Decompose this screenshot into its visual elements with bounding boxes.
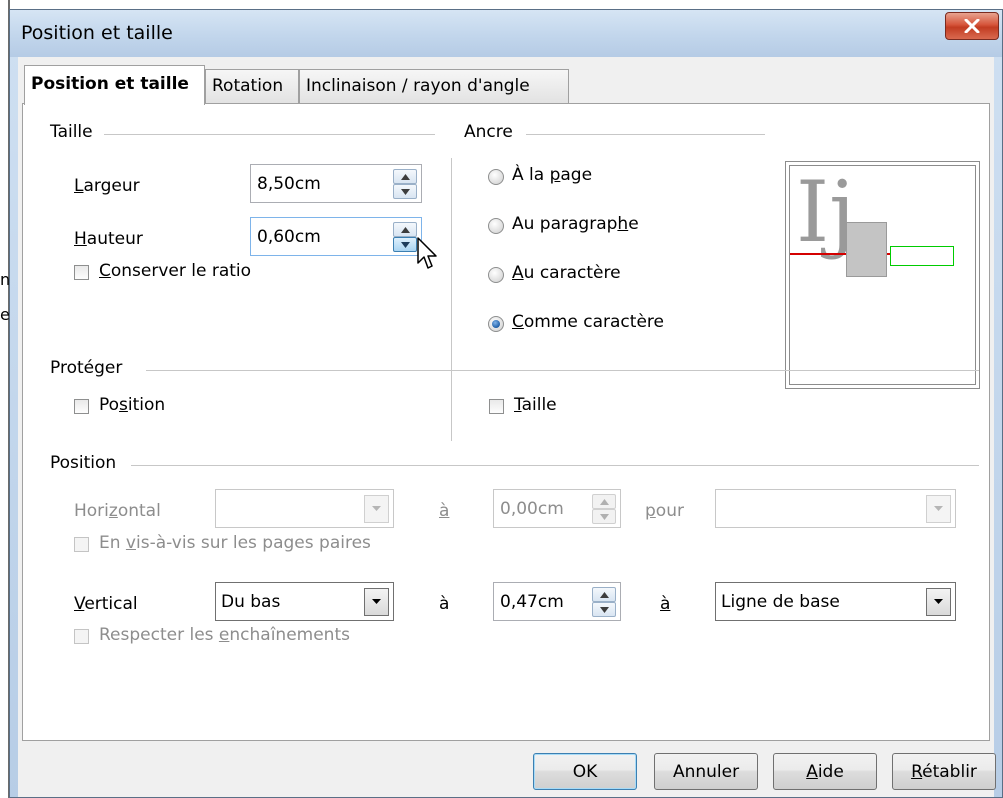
dropdown-arrow-button[interactable] [926, 588, 951, 616]
radio-comme-caractere[interactable] [488, 316, 504, 332]
protect-position-label: Position [99, 395, 166, 415]
keep-ratio-checkbox[interactable] [74, 265, 89, 280]
tab-rotation[interactable]: Rotation [205, 69, 299, 104]
up-arrow-icon [400, 173, 410, 180]
dialog-client-area: Position et taille Rotation Inclinaison … [18, 57, 996, 797]
protect-position-checkbox[interactable] [74, 399, 89, 414]
group-divider [146, 370, 979, 371]
reset-button[interactable]: Rétablir [892, 753, 996, 790]
spin-up-button[interactable] [393, 222, 417, 237]
taille-group-label: Taille [50, 122, 93, 142]
mirror-label: En vis-à-vis sur les pages paires [99, 533, 371, 553]
anchor-preview: Ij [785, 161, 980, 389]
mirror-checkbox[interactable] [74, 537, 89, 552]
cancel-button-label: Annuler [672, 761, 740, 782]
horizontal-label: Horizontal [74, 501, 161, 521]
down-arrow-icon [400, 188, 410, 195]
pour-dropdown[interactable] [715, 489, 956, 528]
vertical-to-dropdown[interactable]: Ligne de base [715, 582, 956, 621]
group-divider [104, 134, 435, 135]
radio-au-paragraphe[interactable] [488, 218, 504, 234]
dialog-title: Position et taille [21, 22, 173, 44]
horizontal-offset-value: 0,00cm [500, 499, 564, 519]
tab-position-taille[interactable]: Position et taille [24, 65, 205, 105]
spin-down-button[interactable] [592, 509, 616, 524]
chevron-down-icon [934, 506, 943, 511]
up-arrow-icon [599, 498, 609, 505]
preview-frame-outline [890, 246, 954, 266]
protect-size-label: Taille [514, 395, 557, 415]
close-x-icon [964, 19, 980, 33]
hauteur-value: 0,60cm [257, 227, 321, 247]
ok-button-label: OK [572, 761, 598, 782]
protect-size-checkbox[interactable] [489, 399, 504, 414]
vertical-value: Du bas [221, 592, 281, 612]
cancel-button[interactable]: Annuler [654, 753, 758, 790]
horizontal-offset-spinbox[interactable]: 0,00cm [493, 489, 621, 528]
largeur-label: Largeur [74, 176, 140, 196]
spin-down-button[interactable] [393, 237, 417, 252]
position-size-dialog: Position et taille Position et taille Ro… [9, 9, 1003, 798]
up-arrow-icon [599, 591, 609, 598]
horizontal-dropdown[interactable] [215, 489, 394, 528]
spin-up-button[interactable] [592, 587, 616, 602]
vertical-to-value: Ligne de base [721, 592, 840, 612]
hauteur-label: Hauteur [74, 229, 143, 249]
mouse-pointer-icon [417, 237, 437, 269]
close-button[interactable] [945, 12, 999, 40]
dropdown-arrow-button[interactable] [364, 588, 389, 616]
vertical-dropdown[interactable]: Du bas [215, 582, 394, 621]
spin-down-button[interactable] [393, 184, 417, 199]
radio-au-paragraphe-label: Au paragraphe [512, 214, 639, 234]
radio-au-caractere[interactable] [488, 267, 504, 283]
spin-down-button[interactable] [592, 602, 616, 617]
spin-up-button[interactable] [592, 494, 616, 509]
chevron-down-icon [372, 506, 381, 511]
chevron-down-icon [934, 599, 943, 604]
keep-ratio-label: Conserver le ratio [99, 261, 252, 281]
down-arrow-icon [599, 513, 609, 520]
help-button-label: Aide [806, 761, 844, 782]
a-label: à [660, 594, 671, 614]
tab-inclinaison[interactable]: Inclinaison / rayon d'angle [299, 69, 569, 104]
vertical-offset-value: 0,47cm [500, 592, 564, 612]
a-label: à [439, 594, 450, 614]
preview-object-box [846, 222, 887, 277]
largeur-value: 8,50cm [257, 174, 321, 194]
radio-comme-caractere-label: Comme caractère [512, 312, 664, 332]
follow-flow-checkbox[interactable] [74, 629, 89, 644]
group-divider [526, 134, 765, 135]
largeur-spinbox[interactable]: 8,50cm [250, 164, 422, 203]
up-arrow-icon [400, 226, 410, 233]
ancre-group-label: Ancre [464, 122, 513, 142]
vertical-label: Vertical [74, 594, 138, 614]
a-label: à [439, 501, 450, 521]
down-arrow-icon [599, 606, 609, 613]
chevron-down-icon [372, 599, 381, 604]
follow-flow-label: Respecter les enchaînements [99, 625, 350, 645]
vertical-offset-spinbox[interactable]: 0,47cm [493, 582, 621, 621]
dropdown-arrow-button[interactable] [926, 495, 951, 523]
radio-a-la-page[interactable] [488, 169, 504, 185]
radio-au-caractere-label: Au caractère [512, 263, 621, 283]
tab-label: Inclinaison / rayon d'angle [306, 76, 530, 96]
tab-label: Rotation [212, 76, 284, 96]
tab-panel: Taille Largeur 8,50cm Hauteur 0,60cm Con… [22, 103, 990, 741]
help-button[interactable]: Aide [773, 753, 877, 790]
hauteur-spinbox[interactable]: 0,60cm [250, 217, 422, 256]
dropdown-arrow-button[interactable] [364, 495, 389, 523]
tab-label: Position et taille [31, 74, 189, 94]
vertical-separator [451, 158, 452, 441]
ok-button[interactable]: OK [533, 753, 637, 790]
dialog-titlebar[interactable]: Position et taille [10, 10, 1002, 57]
reset-button-label: Rétablir [911, 761, 977, 782]
radio-a-la-page-label: À la page [512, 165, 593, 185]
position-group-label: Position [50, 453, 117, 473]
pour-label: pour [645, 501, 684, 521]
group-divider [131, 465, 979, 466]
down-arrow-icon [400, 241, 410, 248]
proteger-group-label: Protéger [50, 358, 123, 378]
spin-up-button[interactable] [393, 169, 417, 184]
